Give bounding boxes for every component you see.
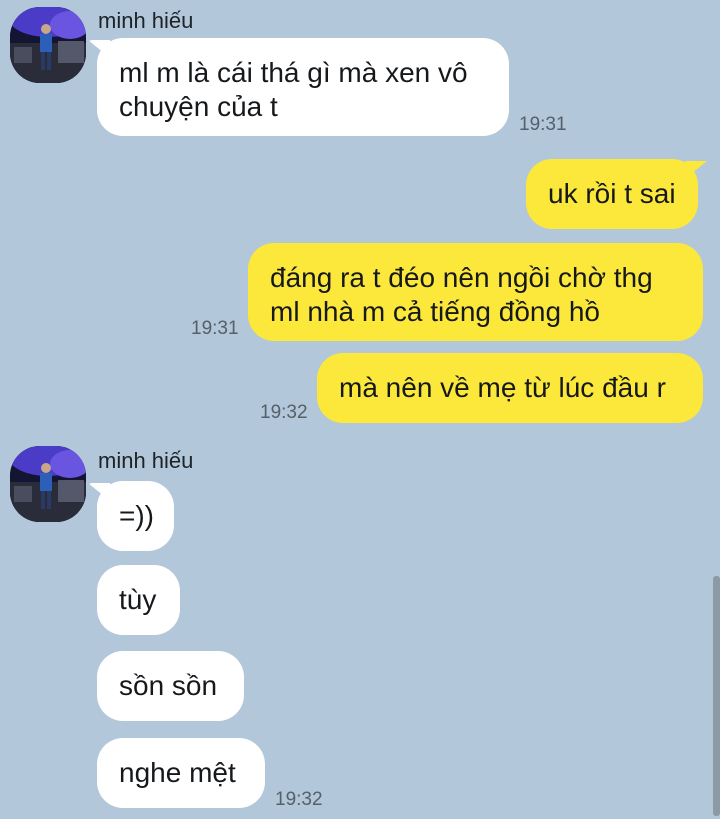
- avatar[interactable]: [10, 446, 86, 522]
- message-bubble[interactable]: nghe mệt: [97, 738, 265, 808]
- message-time: 19:31: [519, 114, 567, 135]
- message-bubble[interactable]: đáng ra t đéo nên ngồi chờ thg ml nhà m …: [248, 243, 703, 341]
- message-bubble[interactable]: tùy: [97, 565, 180, 635]
- avatar[interactable]: [10, 7, 86, 83]
- chat-area[interactable]: minh hiếu ml m là cái thá gì mà xen vô c…: [0, 0, 720, 819]
- message-bubble[interactable]: ml m là cái thá gì mà xen vô chuyện của …: [97, 38, 509, 136]
- scrollbar[interactable]: [713, 576, 720, 816]
- message-time: 19:32: [275, 789, 323, 810]
- message-time: 19:31: [191, 318, 239, 339]
- message-bubble[interactable]: sồn sồn: [97, 651, 244, 721]
- message-time: 19:32: [260, 402, 308, 423]
- message-bubble[interactable]: uk rồi t sai: [526, 159, 698, 229]
- message-bubble[interactable]: =)): [97, 481, 174, 551]
- message-bubble[interactable]: mà nên về mẹ từ lúc đầu r: [317, 353, 703, 423]
- sender-name: minh hiếu: [98, 8, 194, 33]
- sender-name: minh hiếu: [98, 448, 194, 473]
